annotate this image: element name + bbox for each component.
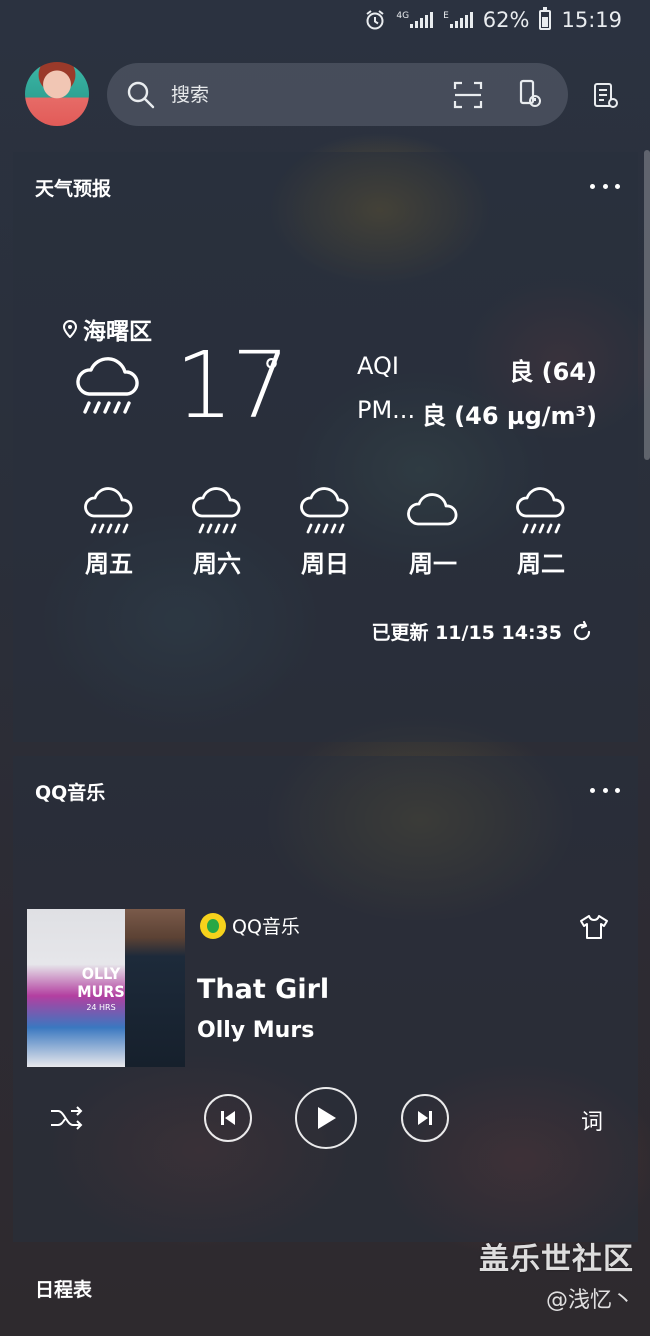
- aqi-row: AQI 良 (64): [357, 352, 597, 387]
- tshirt-icon[interactable]: [577, 910, 611, 944]
- location-name: 海曙区: [83, 319, 152, 345]
- qq-music-brand-label: QQ音乐: [232, 916, 300, 938]
- search-bar[interactable]: [107, 63, 568, 126]
- next-button[interactable]: [401, 1094, 449, 1142]
- cellular-signal-2-icon: E: [443, 12, 473, 28]
- rain-icon: [76, 357, 139, 414]
- voice-icon[interactable]: [510, 75, 550, 115]
- forecast-day: 周六: [163, 482, 271, 579]
- forecast-day-label: 周日: [301, 550, 349, 578]
- watermark-sub: @浅忆丶: [545, 1288, 634, 1313]
- search-input[interactable]: [171, 83, 426, 106]
- album-art[interactable]: OLLY MURS 24 HRS: [27, 909, 185, 1067]
- scan-icon[interactable]: [448, 75, 488, 115]
- network-type: 4G: [396, 11, 410, 21]
- rain-icon: [516, 487, 565, 534]
- cloud-icon: [407, 493, 458, 526]
- watermark: 盖乐世社区 @浅忆丶: [479, 1234, 634, 1314]
- shuffle-icon[interactable]: [47, 1101, 87, 1135]
- settings-list-icon[interactable]: [588, 76, 624, 116]
- pm-value: 良 (46 µg/m³): [421, 402, 597, 430]
- battery-icon: [539, 7, 552, 30]
- forecast-day: 周一: [379, 482, 487, 579]
- forecast-day: 周日: [271, 482, 379, 579]
- refresh-icon[interactable]: [570, 620, 594, 644]
- forecast-day-label: 周二: [517, 550, 565, 578]
- album-art-text: OLLY MURS: [77, 964, 125, 1001]
- updated-timestamp: 已更新 11/15 14:35: [371, 618, 594, 645]
- aqi-value: 良 (64): [509, 358, 597, 386]
- temperature-degree: °: [263, 352, 280, 392]
- weather-card[interactable]: 天气预报 海曙区 17 ° AQI 良 (64) PM... 良 (46 µg/…: [13, 152, 638, 742]
- music-more-button[interactable]: [590, 780, 620, 800]
- play-button[interactable]: [295, 1087, 357, 1149]
- aqi-label: AQI: [357, 352, 399, 380]
- location-pin-icon: [63, 320, 77, 338]
- pm-row: PM... 良 (46 µg/m³): [357, 396, 597, 431]
- rain-icon: [84, 487, 133, 534]
- forecast-day-label: 周六: [193, 550, 241, 578]
- network-type-2: E: [443, 11, 449, 21]
- next-icon: [418, 1111, 432, 1125]
- status-bar: 4G E 62% 15:19: [0, 0, 650, 40]
- updated-text: 已更新 11/15 14:35: [371, 622, 562, 644]
- previous-button[interactable]: [204, 1094, 252, 1142]
- song-title: That Girl: [197, 974, 330, 1005]
- weather-more-button[interactable]: [590, 176, 620, 196]
- forecast-day: 周五: [55, 482, 163, 579]
- forecast-day: 周二: [487, 482, 595, 579]
- rain-icon: [300, 487, 349, 534]
- album-art-subtitle: 24 HRS: [86, 1003, 116, 1012]
- album-art-person: [125, 909, 185, 1067]
- avatar[interactable]: [25, 62, 89, 126]
- music-card[interactable]: QQ音乐 OLLY MURS 24 HRS QQ音乐 That Girl Oll…: [13, 756, 638, 1242]
- schedule-card-title[interactable]: 日程表: [35, 1275, 92, 1302]
- pm-label: PM...: [357, 396, 416, 424]
- battery-percent: 62%: [482, 8, 530, 32]
- lyrics-button[interactable]: 词: [581, 1104, 603, 1136]
- play-icon: [318, 1107, 336, 1129]
- alarm-clock-icon: [364, 9, 386, 31]
- weather-card-title: 天气预报: [35, 178, 112, 200]
- clock: 15:19: [561, 8, 622, 32]
- forecast-list: 周五 周六 周日 周一 周二: [55, 482, 595, 579]
- cellular-signal-icon: 4G: [396, 11, 434, 28]
- watermark-main: 盖乐世社区: [479, 1242, 634, 1277]
- song-artist: Olly Murs: [197, 1018, 315, 1043]
- rain-icon: [192, 487, 241, 534]
- previous-icon: [221, 1111, 235, 1125]
- location[interactable]: 海曙区: [63, 312, 152, 346]
- forecast-day-label: 周五: [85, 550, 133, 578]
- forecast-day-label: 周一: [409, 550, 457, 578]
- qq-music-brand: QQ音乐: [200, 912, 300, 939]
- music-card-title: QQ音乐: [35, 782, 106, 804]
- edge-scroll-handle[interactable]: [644, 150, 650, 460]
- qq-music-logo-icon: [200, 912, 226, 939]
- search-icon: [125, 79, 157, 111]
